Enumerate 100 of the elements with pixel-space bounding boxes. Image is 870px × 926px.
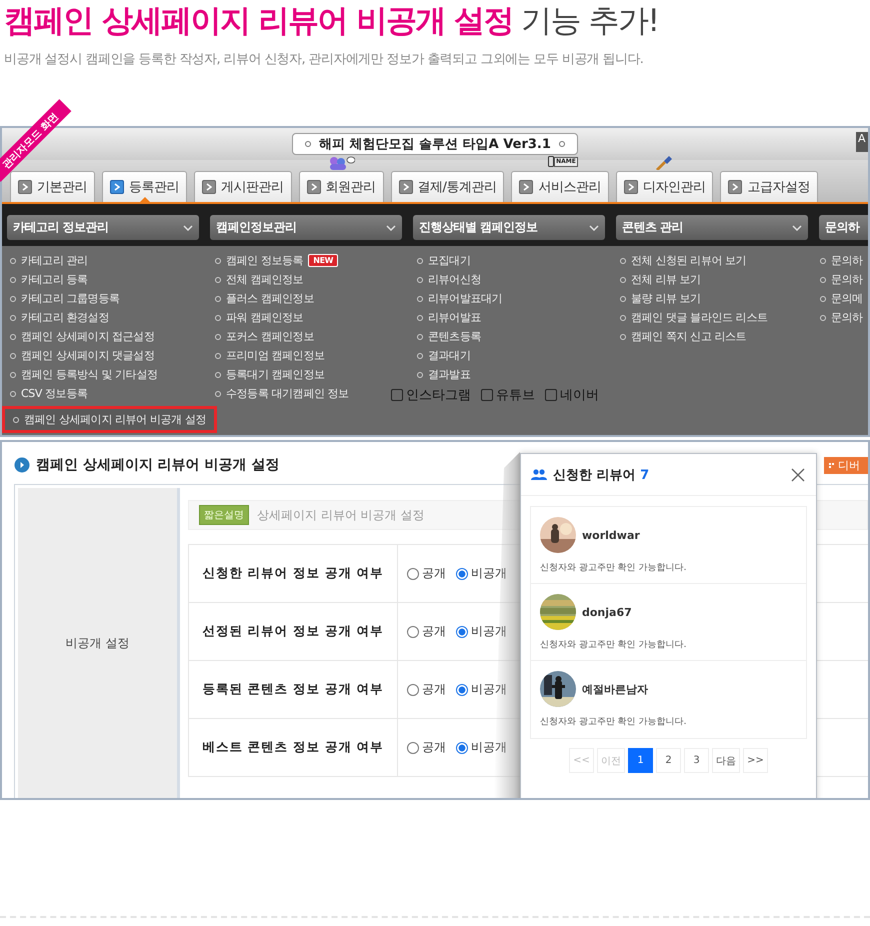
menu-title: 진행상태별 캠페인정보 xyxy=(419,219,538,236)
tab[interactable]: 기본관리 xyxy=(10,171,95,202)
menu-item-label: 플러스 캠페인정보 xyxy=(226,291,314,306)
menu-item[interactable]: 프리미엄 캠페인정보 xyxy=(215,346,324,365)
bullet-icon xyxy=(620,296,626,302)
menu-dropdown[interactable]: 캠페인정보관리 xyxy=(210,215,402,240)
bullet-icon xyxy=(820,314,826,320)
menu-item[interactable]: 포커스 캠페인정보 xyxy=(215,327,314,346)
radio-button[interactable] xyxy=(407,568,419,580)
chevron-down-icon xyxy=(589,224,599,230)
radio-button[interactable] xyxy=(456,626,468,638)
menu-dropdown[interactable]: 문의하 xyxy=(819,215,868,240)
page-button[interactable]: 2 xyxy=(656,748,681,773)
checkbox[interactable] xyxy=(481,389,493,401)
chevron-down-icon xyxy=(386,224,396,230)
menu-item[interactable]: 전체 리뷰 보기 xyxy=(620,270,701,289)
menu-title: 콘텐츠 관리 xyxy=(622,219,684,236)
tab[interactable]: 등록관리 xyxy=(102,171,187,202)
menu-item[interactable]: 카테고리 환경설정 xyxy=(10,308,109,327)
menu-item[interactable]: 등록대기 캠페인정보 xyxy=(215,365,324,384)
radio-button[interactable] xyxy=(456,568,468,580)
ring-icon xyxy=(558,141,565,147)
menu-item[interactable]: 캠페인 상세페이지 접근설정 xyxy=(10,327,154,346)
bullet-icon xyxy=(620,258,626,264)
reviewer-name: donja67 xyxy=(582,606,632,618)
menu-item[interactable]: 플러스 캠페인정보 xyxy=(215,289,314,308)
page-button[interactable]: 3 xyxy=(684,748,709,773)
menu-item[interactable]: 리뷰어신청 xyxy=(417,270,482,289)
bullet-icon xyxy=(417,334,423,340)
menu-dropdown[interactable]: 카테고리 정보관리 xyxy=(7,215,199,240)
menu-item[interactable]: 카테고리 그룹명등록 xyxy=(10,289,120,308)
short-description-tag: 짧은설명 xyxy=(199,505,249,525)
menu-item[interactable]: 캠페인 등록방식 및 기타설정 xyxy=(10,365,158,384)
menu-item[interactable]: 문의메 xyxy=(820,289,863,308)
phone-icon xyxy=(548,156,554,167)
bullet-icon xyxy=(620,334,626,340)
menu-item[interactable]: 파워 캠페인정보 xyxy=(215,308,304,327)
page-button[interactable]: >> xyxy=(743,748,768,773)
setting-label: 베스트 콘텐츠 정보 공개 여부 xyxy=(201,738,385,756)
menu-item-label: CSV 정보등록 xyxy=(21,386,88,401)
menu-item[interactable]: 캠페인 정보등록 NEW xyxy=(215,251,338,270)
radio-label: 공개 xyxy=(422,565,446,582)
description-text: 상세페이지 리뷰어 비공개 설정 xyxy=(257,506,424,524)
section-title: 캠페인 상세페이지 리뷰어 비공개 설정 xyxy=(36,456,280,474)
radio-label: 공개 xyxy=(422,739,446,756)
radio-button[interactable] xyxy=(456,684,468,696)
menu-item[interactable]: 문의하 xyxy=(820,251,863,270)
menu-item[interactable]: 콘텐츠등록 xyxy=(417,327,482,346)
menu-item[interactable]: 결과대기 xyxy=(417,346,470,365)
close-button[interactable] xyxy=(790,466,806,482)
menu-item[interactable]: CSV 정보등록 xyxy=(10,384,88,403)
new-badge: NEW xyxy=(308,254,338,267)
radio-button[interactable] xyxy=(407,684,419,696)
menu-item[interactable]: 리뷰어발표 xyxy=(417,308,482,327)
radio-button[interactable] xyxy=(407,626,419,638)
bullet-icon xyxy=(215,258,221,264)
bullet-icon xyxy=(215,276,221,282)
page-button[interactable]: 1 xyxy=(628,748,653,773)
page-button[interactable]: 다음 xyxy=(712,748,740,773)
menu-item[interactable]: 캠페인 댓글 블라인드 리스트 xyxy=(620,308,768,327)
chevron-down-icon xyxy=(792,224,802,230)
menu-item[interactable]: 리뷰어발표대기 xyxy=(417,289,502,308)
menu-item[interactable]: 문의하 xyxy=(820,308,863,327)
bullet-icon xyxy=(215,372,221,378)
menu-item-label: 모집대기 xyxy=(428,253,470,268)
menu-item[interactable]: 카테고리 등록 xyxy=(10,270,88,289)
checkbox[interactable] xyxy=(545,389,557,401)
tab[interactable]: 회원관리 xyxy=(298,171,384,202)
menu-item[interactable]: 캠페인 쪽지 신고 리스트 xyxy=(620,327,746,346)
tab[interactable]: 결제/통계관리 xyxy=(390,171,504,202)
menu-item-label: 프리미엄 캠페인정보 xyxy=(226,348,324,363)
menu-item[interactable]: 문의하 xyxy=(820,270,863,289)
menu-dropdown[interactable]: 콘텐츠 관리 xyxy=(616,215,808,240)
grid-icon xyxy=(829,462,835,468)
corner-button[interactable]: A xyxy=(856,132,868,152)
tab[interactable]: 서비스관리 xyxy=(511,171,609,202)
radio-button[interactable] xyxy=(456,742,468,754)
bullet-icon xyxy=(215,296,221,302)
radio-button[interactable] xyxy=(407,742,419,754)
menu-item[interactable]: 수정등록 대기캠페인 정보 xyxy=(215,384,349,403)
checkbox[interactable] xyxy=(391,389,403,401)
menu-item-label: 캠페인 상세페이지 댓글설정 xyxy=(21,348,154,363)
menu-dropdown[interactable]: 진행상태별 캠페인정보 xyxy=(413,215,605,240)
menu-item[interactable]: 캠페인 상세페이지 댓글설정 xyxy=(10,346,154,365)
tab[interactable]: 디자인관리 xyxy=(616,171,714,202)
tab[interactable]: 게시판관리 xyxy=(194,171,292,202)
debug-button[interactable]: 디버 xyxy=(824,457,868,474)
menu-item[interactable]: 모집대기 xyxy=(417,251,470,270)
menu-item[interactable]: 불량 리뷰 보기 xyxy=(620,289,701,308)
menu-item[interactable]: 캠페인 상세페이지 리뷰어 비공개 설정 xyxy=(2,406,217,433)
bullet-icon xyxy=(417,276,423,282)
bullet-icon xyxy=(820,276,826,282)
tab[interactable]: 고급자설정 xyxy=(720,171,818,202)
menu-item[interactable]: 전체 캠페인정보 xyxy=(215,270,304,289)
menu-item-label: 카테고리 등록 xyxy=(21,272,88,287)
menu-item[interactable]: 카테고리 관리 xyxy=(10,251,88,270)
reviewer-name: 예절바른남자 xyxy=(582,682,648,696)
menu-item[interactable]: 결과발표 xyxy=(417,365,470,384)
menu-item[interactable]: 전체 신청된 리뷰어 보기 xyxy=(620,251,746,270)
headline-text: 기능 추가! xyxy=(521,2,658,41)
